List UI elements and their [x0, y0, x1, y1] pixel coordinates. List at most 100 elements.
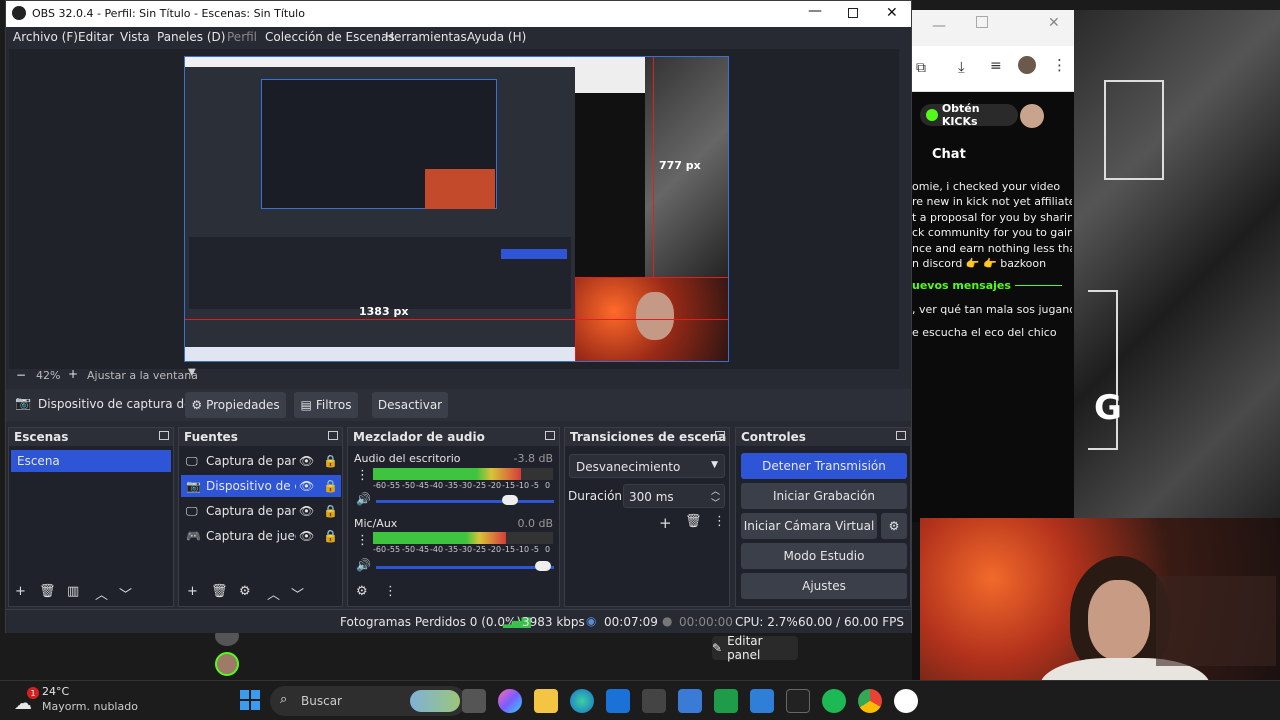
selected-source-name: Dispositivo de captura de v: [38, 397, 203, 411]
extensions-icon[interactable]: ⧉: [916, 60, 926, 76]
copilot-icon[interactable]: [498, 689, 522, 713]
stop-streaming-button[interactable]: Detener Transmisión: [741, 453, 907, 479]
kebab-menu-icon[interactable]: ⋮: [356, 533, 369, 548]
chevron-down-icon[interactable]: ﹀: [711, 496, 720, 509]
speaker-icon[interactable]: 🔊: [356, 558, 371, 572]
eye-icon[interactable]: 👁: [299, 475, 314, 497]
menu-herramientas[interactable]: Herramientas: [385, 30, 467, 44]
menu-vista[interactable]: Vista: [120, 30, 150, 44]
edit-panel-button[interactable]: ✎ Editar panel: [712, 634, 798, 662]
edge-icon[interactable]: [570, 689, 594, 713]
source-item[interactable]: 🎮 Captura de juego 👁 🔒: [181, 525, 341, 547]
kicks-button[interactable]: Obtén KICKs: [920, 102, 1018, 128]
volume-slider-track[interactable]: [376, 566, 554, 569]
close-icon[interactable]: ✕: [1048, 15, 1060, 31]
app-icon[interactable]: [642, 689, 666, 713]
virtual-camera-settings-button[interactable]: ⚙: [881, 513, 907, 539]
minimize-icon[interactable]: —: [932, 18, 946, 34]
chevron-down-icon[interactable]: ▼: [188, 367, 196, 378]
source-item[interactable]: 🖵 Captura de panta 👁 🔒: [181, 450, 341, 472]
epic-games-icon[interactable]: [786, 689, 810, 713]
search-box[interactable]: ⌕ Buscar: [270, 686, 466, 716]
add-icon[interactable]: +: [659, 514, 672, 532]
trash-icon[interactable]: 🗑: [211, 584, 228, 599]
kebab-menu-icon[interactable]: ⋮: [356, 468, 369, 483]
filters-button[interactable]: ▤ Filtros: [294, 392, 358, 418]
kebab-menu-icon[interactable]: ⋮: [1052, 56, 1067, 74]
scale-tick-label: -20: [488, 545, 502, 554]
eye-icon[interactable]: 👁: [299, 500, 314, 522]
lock-icon[interactable]: 🔒: [323, 500, 338, 522]
task-view-icon[interactable]: [462, 689, 486, 713]
gear-icon[interactable]: ⚙: [239, 584, 251, 599]
chevron-down-icon[interactable]: ﹀: [119, 584, 132, 603]
duration-input[interactable]: 300 ms ︿ ﹀: [623, 484, 725, 509]
file-explorer-icon[interactable]: [534, 689, 558, 713]
deactivate-button[interactable]: Desactivar: [372, 392, 448, 418]
volume-slider-knob[interactable]: [502, 495, 518, 505]
undock-icon[interactable]: [896, 431, 906, 440]
zoom-in-button[interactable]: +: [68, 367, 78, 381]
windows-start-icon[interactable]: [240, 690, 260, 710]
add-icon[interactable]: +: [15, 584, 26, 599]
menu-paneles[interactable]: Paneles (D): [157, 30, 225, 44]
volume-slider-knob[interactable]: [535, 561, 551, 571]
menu-ayuda[interactable]: Ayuda (H): [467, 30, 526, 44]
user-avatar[interactable]: [1020, 104, 1044, 128]
speaker-icon[interactable]: 🔊: [356, 492, 371, 506]
kebab-menu-icon[interactable]: ⋮: [384, 584, 397, 599]
close-icon[interactable]: ✕: [886, 5, 898, 21]
chevron-up-icon[interactable]: ︿: [267, 584, 280, 603]
add-icon[interactable]: +: [187, 584, 198, 599]
obs-taskbar-icon[interactable]: [894, 689, 918, 713]
studio-mode-button[interactable]: Modo Estudio: [741, 543, 907, 569]
chevron-down-icon[interactable]: ﹀: [291, 584, 304, 603]
settings-button[interactable]: Ajustes: [741, 573, 907, 599]
minimize-icon[interactable]: —: [808, 3, 822, 19]
menu-archivo[interactable]: Archivo (F): [13, 30, 78, 44]
zoom-out-button[interactable]: −: [16, 368, 26, 382]
transition-select[interactable]: Desvanecimiento ▼: [569, 454, 725, 478]
start-recording-button[interactable]: Iniciar Grabación: [741, 483, 907, 509]
filters-icon[interactable]: ▥: [67, 584, 79, 599]
gear-icon[interactable]: ⚙: [356, 584, 368, 599]
undock-icon[interactable]: [715, 431, 725, 440]
playlist-icon[interactable]: ≡: [990, 58, 1002, 74]
menu-editar[interactable]: Editar: [78, 30, 114, 44]
visual-studio-icon[interactable]: [678, 689, 702, 713]
volume-slider-track[interactable]: [376, 500, 554, 503]
maximize-icon[interactable]: [976, 16, 988, 28]
source-item[interactable]: 📷 Dispositivo de cap 👁 🔒: [181, 475, 341, 497]
undock-icon[interactable]: [159, 431, 169, 440]
eye-icon[interactable]: 👁: [299, 525, 314, 547]
eye-icon[interactable]: 👁: [299, 450, 314, 472]
lock-icon[interactable]: 🔒: [323, 475, 338, 497]
chrome-icon[interactable]: [858, 689, 882, 713]
lock-icon[interactable]: 🔒: [323, 525, 338, 547]
maximize-icon[interactable]: [848, 8, 858, 18]
start-virtual-camera-button[interactable]: Iniciar Cámara Virtual: [741, 513, 877, 539]
fit-window-label[interactable]: Ajustar a la ventana: [87, 369, 198, 382]
source-item[interactable]: 🖵 Captura de panta 👁 🔒: [181, 500, 341, 522]
nested-stop-stream: [501, 249, 567, 259]
xbox-icon[interactable]: [714, 689, 738, 713]
undock-icon[interactable]: [545, 431, 555, 440]
kebab-menu-icon[interactable]: ⋮: [713, 514, 726, 529]
store-icon[interactable]: [606, 689, 630, 713]
preview-area[interactable]: 1383 px 777 px: [9, 49, 899, 369]
undock-icon[interactable]: [328, 431, 338, 440]
menu-coleccion-escenas[interactable]: Colección de Escenas: [265, 30, 395, 44]
download-icon[interactable]: ⤓: [958, 58, 965, 76]
properties-button[interactable]: ⚙ Propiedades: [185, 392, 286, 418]
lock-icon[interactable]: 🔒: [323, 450, 338, 472]
trash-icon[interactable]: 🗑: [685, 514, 702, 529]
avatar[interactable]: [1018, 56, 1036, 74]
spotify-icon[interactable]: [822, 689, 846, 713]
menu-perfil[interactable]: Perfil: [227, 30, 257, 44]
trash-icon[interactable]: 🗑: [39, 584, 56, 599]
chevron-up-icon[interactable]: ︿: [95, 584, 108, 603]
weather-widget[interactable]: ☁ 1: [14, 687, 39, 714]
mail-icon[interactable]: [750, 689, 774, 713]
preview-canvas[interactable]: 1383 px 777 px: [184, 56, 729, 362]
scene-item[interactable]: Escena: [11, 450, 171, 472]
